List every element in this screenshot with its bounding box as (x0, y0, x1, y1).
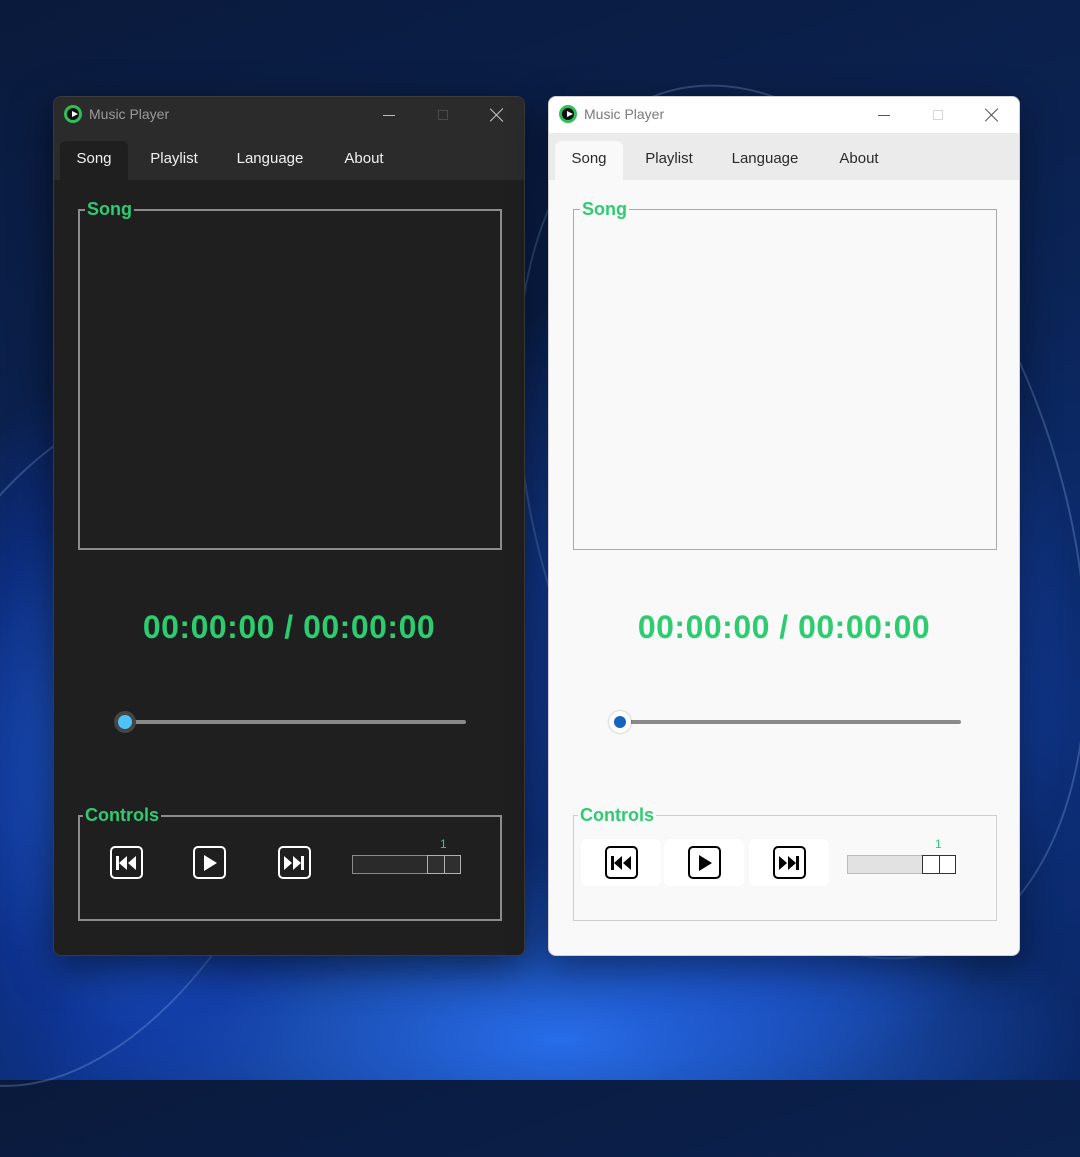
window-title: Music Player (89, 106, 170, 122)
skip-next-icon (772, 846, 806, 879)
music-player-icon (64, 105, 82, 123)
song-group-label: Song (85, 199, 134, 220)
seek-slider-handle[interactable] (114, 711, 136, 733)
window-title: Music Player (584, 106, 665, 122)
time-display: 00:00:00 / 00:00:00 (637, 609, 931, 645)
maximize-button[interactable] (416, 97, 470, 133)
play-icon (687, 846, 721, 879)
minimize-button[interactable] (362, 97, 416, 133)
skip-previous-icon (109, 846, 143, 879)
tab-song[interactable]: Song (555, 141, 623, 180)
tab-bar: Song Playlist Language About (549, 133, 1019, 180)
maximize-button[interactable] (911, 97, 965, 133)
volume-slider-handle[interactable] (922, 855, 956, 874)
minimize-icon (878, 114, 890, 116)
close-icon (985, 108, 999, 122)
tab-bar: Song Playlist Language About (54, 133, 524, 180)
volume-slider-handle[interactable] (427, 855, 461, 874)
tab-about[interactable]: About (827, 141, 891, 180)
close-button[interactable] (965, 97, 1019, 133)
tab-song[interactable]: Song (60, 141, 128, 180)
next-button[interactable] (749, 839, 829, 886)
next-button[interactable] (254, 839, 334, 886)
song-group-label: Song (580, 199, 629, 220)
song-groupbox (573, 209, 997, 550)
maximize-icon (933, 110, 943, 120)
volume-value: 1 (440, 837, 447, 851)
tab-language[interactable]: Language (719, 141, 811, 180)
volume-slider[interactable] (352, 855, 461, 874)
play-button[interactable] (169, 839, 249, 886)
controls-group-label: Controls (83, 805, 161, 826)
seek-slider-track[interactable] (625, 720, 961, 724)
skip-previous-icon (604, 846, 638, 879)
controls-group-label: Controls (578, 805, 656, 826)
tab-language[interactable]: Language (224, 141, 316, 180)
seek-slider-handle[interactable] (609, 711, 631, 733)
minimize-icon (383, 114, 395, 116)
title-bar[interactable]: Music Player (54, 97, 524, 133)
music-player-icon (559, 105, 577, 123)
previous-button[interactable] (581, 839, 661, 886)
maximize-icon (438, 110, 448, 120)
close-button[interactable] (470, 97, 524, 133)
music-player-window-light: Music Player Song Playlist Language Abou… (548, 96, 1020, 956)
tab-about[interactable]: About (332, 141, 396, 180)
skip-next-icon (277, 846, 311, 879)
seek-slider-track[interactable] (130, 720, 466, 724)
previous-button[interactable] (86, 839, 166, 886)
song-groupbox (78, 209, 502, 550)
play-button[interactable] (664, 839, 744, 886)
minimize-button[interactable] (857, 97, 911, 133)
close-icon (490, 108, 504, 122)
title-bar[interactable]: Music Player (549, 97, 1019, 133)
time-display: 00:00:00 / 00:00:00 (142, 609, 436, 645)
tab-playlist[interactable]: Playlist (633, 141, 705, 180)
tab-playlist[interactable]: Playlist (138, 141, 210, 180)
play-icon (192, 846, 226, 879)
volume-value: 1 (935, 837, 942, 851)
volume-slider[interactable] (847, 855, 956, 874)
music-player-window-dark: Music Player Song Playlist Language Abou… (53, 96, 525, 956)
